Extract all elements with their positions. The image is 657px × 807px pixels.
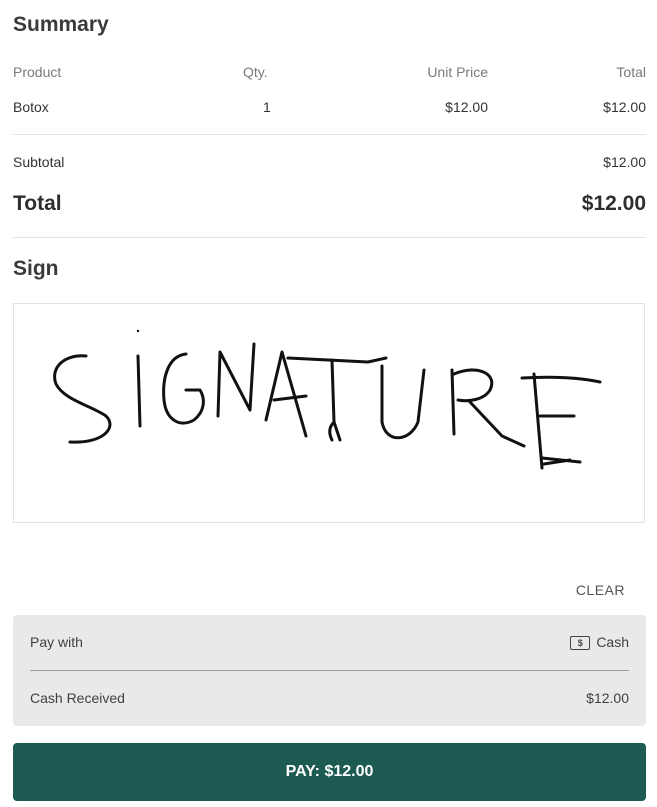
item-total: $12.00: [603, 99, 646, 115]
payment-method-label: Cash: [596, 634, 629, 650]
payment-method-selector[interactable]: $ Cash: [570, 634, 629, 651]
subtotal-value: $12.00: [603, 154, 646, 170]
pay-with-row: Pay with $ Cash: [30, 634, 629, 651]
column-header-qty: Qty.: [243, 64, 268, 80]
column-header-unit-price: Unit Price: [427, 64, 488, 80]
signature-pad[interactable]: [13, 303, 645, 523]
signature-drawing: [53, 329, 602, 470]
total-label: Total: [13, 192, 62, 215]
item-qty: 1: [263, 99, 271, 115]
cash-received-row: Cash Received $12.00: [30, 690, 629, 706]
pay-with-label: Pay with: [30, 634, 83, 650]
total-value: $12.00: [581, 192, 646, 215]
pay-button[interactable]: PAY: $12.00: [13, 743, 646, 801]
column-header-product: Product: [13, 64, 62, 80]
divider: [30, 670, 629, 671]
summary-title: Summary: [13, 13, 109, 36]
cash-icon: $: [570, 636, 591, 651]
divider: [13, 134, 646, 135]
item-product: Botox: [13, 99, 49, 115]
clear-signature-button[interactable]: CLEAR: [576, 582, 625, 598]
column-header-total: Total: [616, 64, 646, 80]
subtotal-label: Subtotal: [13, 154, 65, 170]
sign-title: Sign: [13, 257, 59, 280]
divider: [13, 237, 646, 238]
cash-received-label: Cash Received: [30, 690, 125, 706]
payment-panel: Pay with $ Cash Cash Received $12.00: [13, 615, 646, 726]
cash-received-value[interactable]: $12.00: [586, 690, 629, 706]
item-unit-price: $12.00: [445, 99, 488, 115]
